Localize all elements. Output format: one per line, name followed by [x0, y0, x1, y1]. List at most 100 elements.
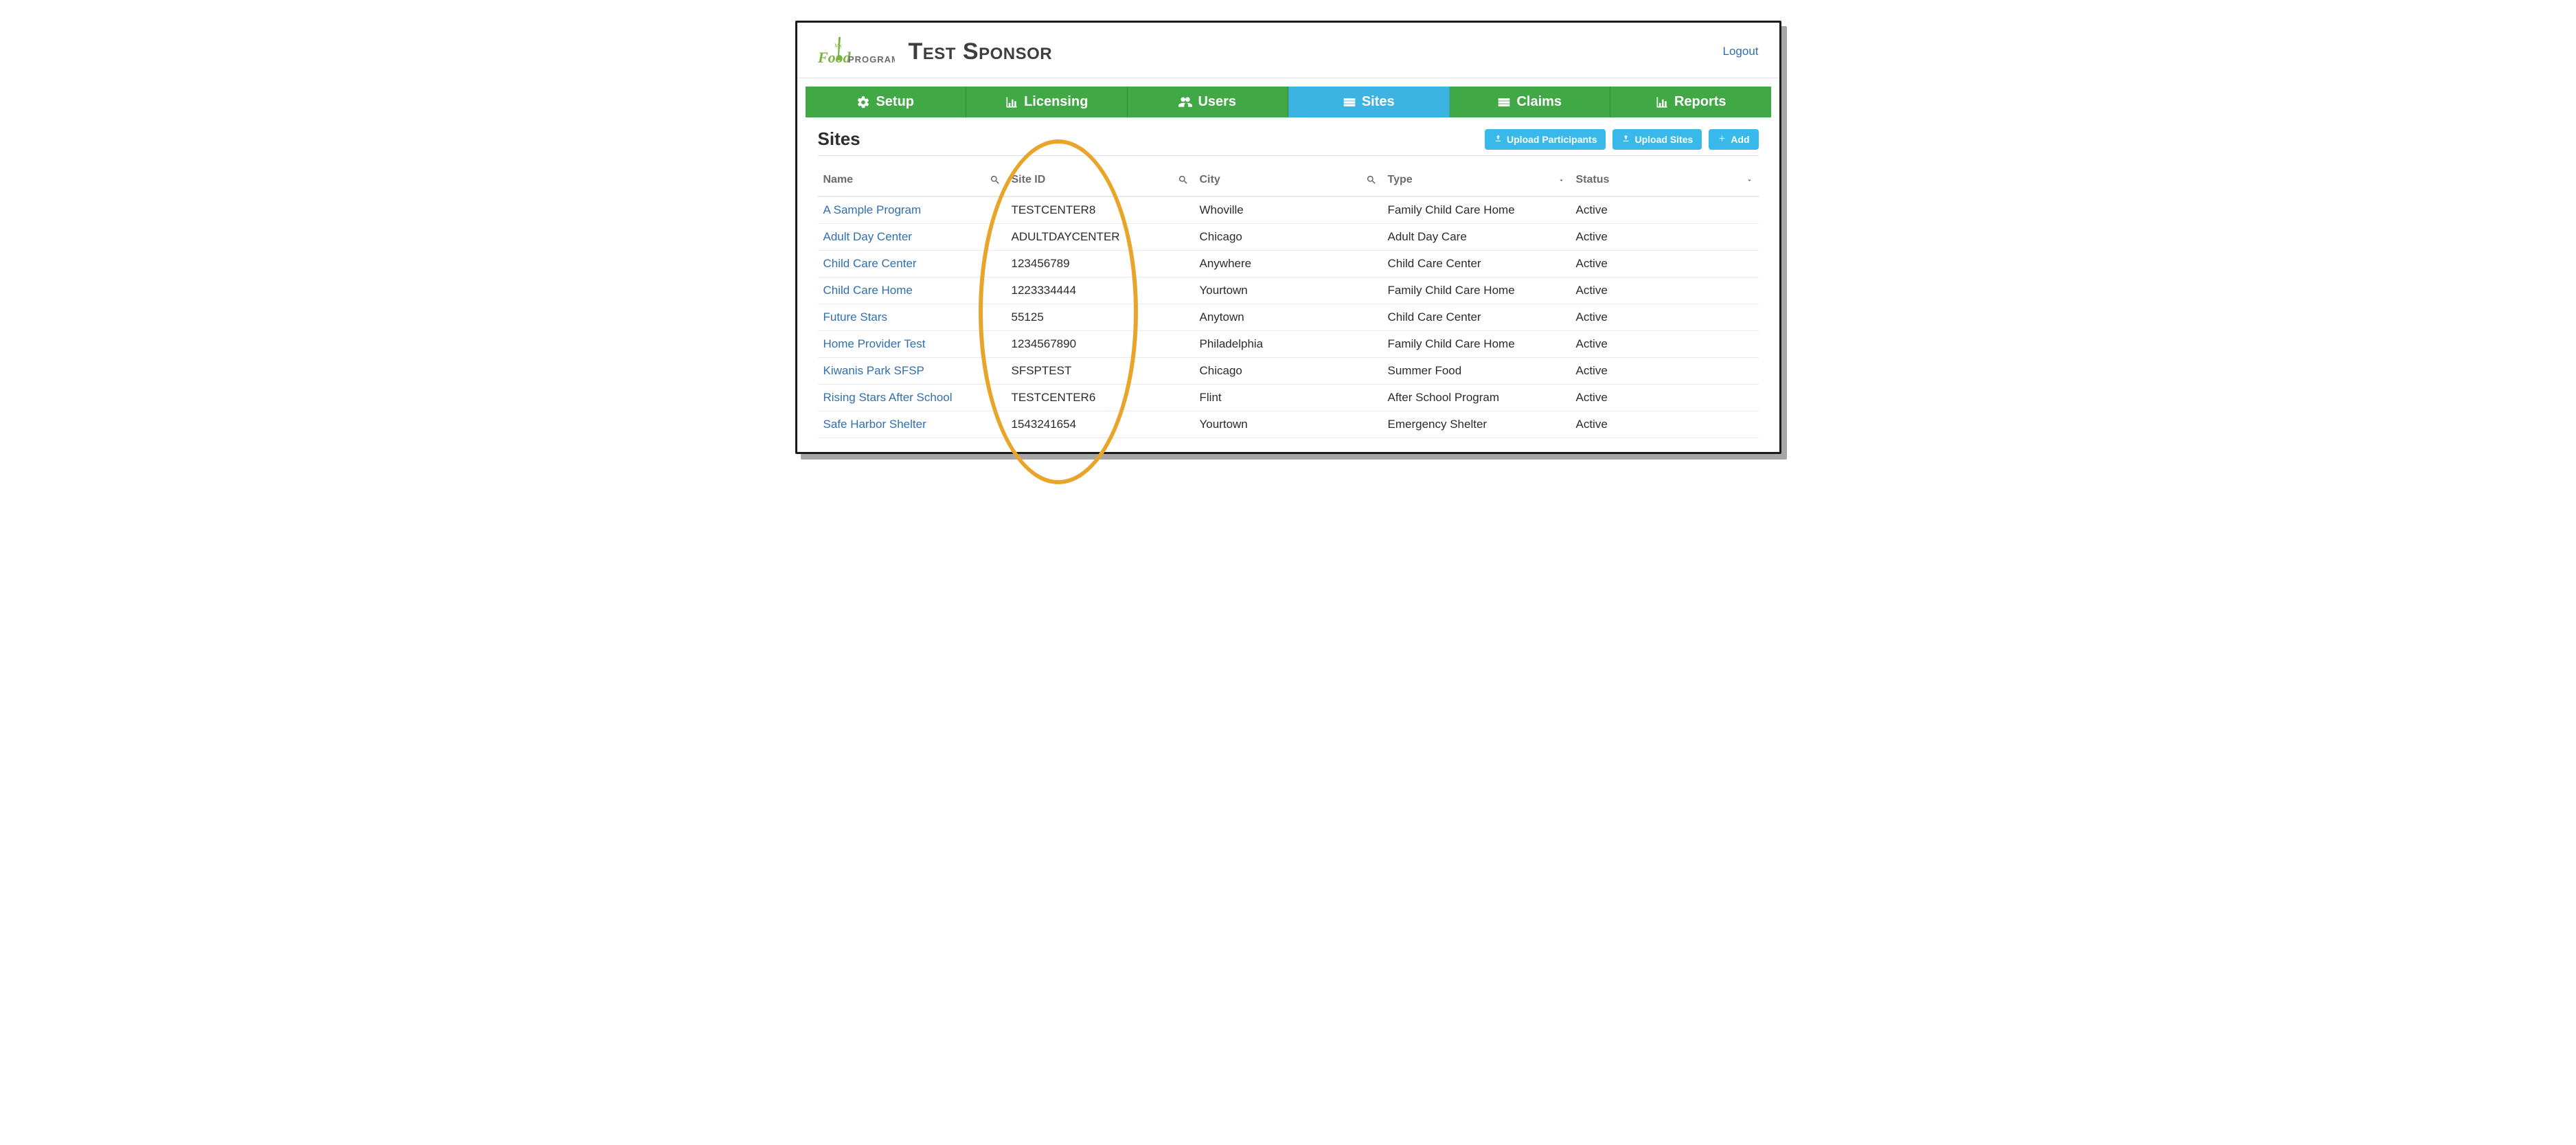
cell-status: Active	[1571, 251, 1759, 277]
search-icon[interactable]	[990, 174, 1001, 185]
col-name: Name	[818, 160, 1006, 196]
page-header: Sites Upload Participants Upload Sites A…	[818, 123, 1759, 156]
nav-label: Reports	[1674, 94, 1726, 110]
cell-site-id: 1223334444	[1006, 277, 1194, 304]
site-name-link[interactable]: Child Care Center	[823, 257, 917, 270]
nav-users[interactable]: Users	[1128, 87, 1289, 117]
cell-site-id: 55125	[1006, 304, 1194, 331]
site-name-link[interactable]: Rising Stars After School	[823, 391, 953, 404]
cell-type: Child Care Center	[1382, 304, 1571, 331]
table-row: Child Care Center123456789AnywhereChild …	[818, 251, 1759, 277]
table-row: Future Stars 55125AnytownChild Care Cente…	[818, 304, 1759, 331]
logo-text-program: PROGRAM	[848, 54, 895, 65]
upload-icon	[1621, 134, 1630, 145]
col-city-label: City	[1200, 174, 1220, 186]
cell-type: Adult Day Care	[1382, 224, 1571, 251]
page-actions: Upload Participants Upload Sites Add	[1485, 129, 1758, 150]
col-status-label: Status	[1576, 174, 1610, 186]
cell-site-id: 1234567890	[1006, 331, 1194, 358]
site-name-link[interactable]: Child Care Home	[823, 284, 913, 297]
logo-text-food: Food	[818, 49, 852, 66]
logout-link[interactable]: Logout	[1723, 45, 1759, 58]
cell-site-id: 1543241654	[1006, 411, 1194, 438]
cell-status: Active	[1571, 224, 1759, 251]
col-status: Status	[1571, 160, 1759, 196]
cell-city: Anywhere	[1194, 251, 1382, 277]
site-name-link[interactable]: Kiwanis Park SFSP	[823, 364, 924, 377]
add-button[interactable]: Add	[1709, 129, 1758, 150]
main-nav: Setup Licensing Users Sites Claims Reports	[797, 87, 1779, 117]
cell-city: Yourtown	[1194, 411, 1382, 438]
add-label: Add	[1731, 134, 1749, 145]
nav-setup[interactable]: Setup	[806, 87, 967, 117]
upload-icon	[1494, 134, 1503, 145]
col-type-label: Type	[1388, 174, 1413, 186]
table-row: Safe Harbor Shelter1543241654YourtownEme…	[818, 411, 1759, 438]
table-row: Child Care Home 1223334444YourtownFamily …	[818, 277, 1759, 304]
cell-status: Active	[1571, 277, 1759, 304]
storage-icon	[1343, 95, 1356, 109]
users-icon	[1178, 95, 1192, 109]
cell-type: Summer Food	[1382, 358, 1571, 385]
col-city: City	[1194, 160, 1382, 196]
table-row: Rising Stars After SchoolTESTCENTER6Flin…	[818, 385, 1759, 411]
upload-sites-button[interactable]: Upload Sites	[1612, 129, 1702, 150]
nav-claims[interactable]: Claims	[1450, 87, 1611, 117]
plus-icon	[1718, 134, 1726, 145]
sponsor-title: Test Sponsor	[909, 38, 1053, 65]
nav-sites[interactable]: Sites	[1288, 87, 1450, 117]
nav-label: Sites	[1362, 94, 1395, 110]
cell-type: After School Program	[1382, 385, 1571, 411]
site-name-link[interactable]: Safe Harbor Shelter	[823, 418, 926, 431]
nav-licensing[interactable]: Licensing	[966, 87, 1128, 117]
nav-reports[interactable]: Reports	[1610, 87, 1771, 117]
cell-status: Active	[1571, 304, 1759, 331]
cell-status: Active	[1571, 331, 1759, 358]
table-row: Adult Day Center ADULTDAYCENTERChicagoAdu…	[818, 224, 1759, 251]
col-site-id-label: Site ID	[1012, 174, 1046, 186]
site-name-link[interactable]: Future Stars	[823, 310, 888, 324]
storage-icon	[1497, 95, 1511, 109]
cell-city: Flint	[1194, 385, 1382, 411]
col-name-label: Name	[823, 174, 854, 186]
site-name-link[interactable]: Adult Day Center	[823, 230, 912, 243]
nav-label: Claims	[1516, 94, 1562, 110]
cell-site-id: TESTCENTER8	[1006, 196, 1194, 224]
cell-status: Active	[1571, 358, 1759, 385]
bar-chart-icon	[1655, 95, 1669, 109]
chevron-down-icon[interactable]	[1746, 177, 1753, 184]
logo: My Food PROGRAM	[818, 35, 895, 68]
nav-label: Users	[1198, 94, 1236, 110]
col-type: Type	[1382, 160, 1571, 196]
bar-chart-icon	[1005, 95, 1018, 109]
cell-type: Family Child Care Home	[1382, 277, 1571, 304]
cell-site-id: 123456789	[1006, 251, 1194, 277]
chevron-down-icon[interactable]	[1558, 177, 1565, 184]
cell-type: Family Child Care Home	[1382, 196, 1571, 224]
cell-type: Family Child Care Home	[1382, 331, 1571, 358]
page-title: Sites	[818, 128, 860, 150]
cell-city: Anytown	[1194, 304, 1382, 331]
cell-type: Child Care Center	[1382, 251, 1571, 277]
search-icon[interactable]	[1178, 174, 1189, 185]
cell-status: Active	[1571, 411, 1759, 438]
table-row: Kiwanis Park SFSPSFSPTESTChicagoSummer F…	[818, 358, 1759, 385]
upload-participants-label: Upload Participants	[1507, 134, 1597, 145]
cell-city: Yourtown	[1194, 277, 1382, 304]
table-header-row: Name Site ID City	[818, 160, 1759, 196]
top-bar: My Food PROGRAM Test Sponsor Logout	[797, 23, 1779, 78]
cell-status: Active	[1571, 385, 1759, 411]
cell-city: Chicago	[1194, 224, 1382, 251]
nav-label: Licensing	[1024, 94, 1088, 110]
app-window: My Food PROGRAM Test Sponsor Logout Setu…	[795, 21, 1781, 454]
sites-table: Name Site ID City	[818, 160, 1759, 438]
site-name-link[interactable]: Home Provider Test	[823, 337, 926, 350]
search-icon[interactable]	[1366, 174, 1377, 185]
cell-city: Chicago	[1194, 358, 1382, 385]
cell-city: Whoville	[1194, 196, 1382, 224]
cell-site-id: ADULTDAYCENTER	[1006, 224, 1194, 251]
upload-participants-button[interactable]: Upload Participants	[1485, 129, 1606, 150]
site-name-link[interactable]: A Sample Program	[823, 203, 922, 216]
content-area: Sites Upload Participants Upload Sites A…	[797, 117, 1779, 452]
table-row: Home Provider Test1234567890Philadelphia…	[818, 331, 1759, 358]
